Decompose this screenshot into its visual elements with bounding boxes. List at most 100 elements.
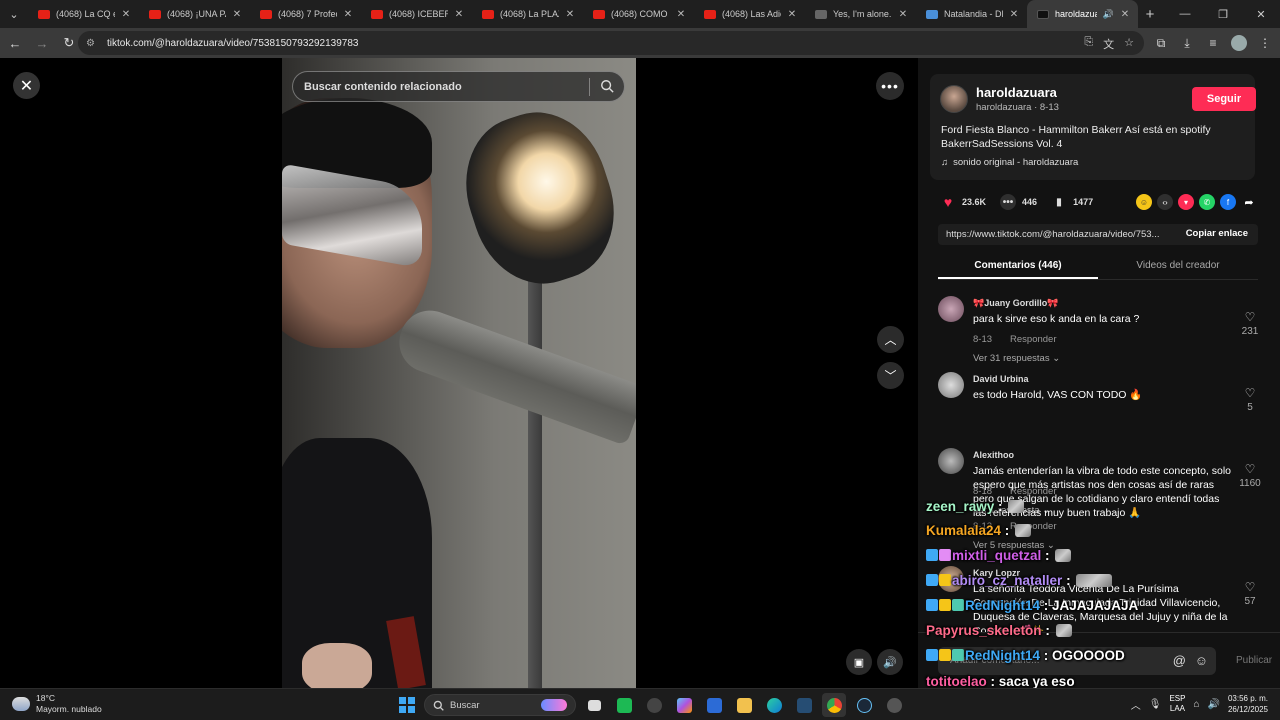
commenter-name[interactable]: Kary Lopzr	[973, 568, 1020, 578]
repost-icon[interactable]: ▾	[1178, 194, 1194, 210]
commenter-avatar[interactable]	[938, 566, 964, 592]
tab-close-icon[interactable]: ✕	[898, 9, 908, 20]
extensions-icon[interactable]: ⧉	[1152, 31, 1170, 55]
profile-avatar-icon[interactable]	[1230, 31, 1248, 55]
reply-button[interactable]: Responder	[1010, 521, 1056, 532]
tab-close-icon[interactable]: ✕	[232, 9, 242, 20]
volume-button[interactable]: 🔊	[877, 649, 903, 675]
view-replies-button[interactable]: Ver 31 respuestas ⌄	[973, 353, 1060, 364]
spreadsheet-app-icon[interactable]	[612, 693, 636, 717]
file-explorer-icon[interactable]	[732, 693, 756, 717]
tab-close-icon[interactable]: ✕	[787, 9, 797, 20]
emoji-icon[interactable]: ☺	[1195, 647, 1208, 675]
task-view-icon[interactable]	[582, 693, 606, 717]
commenter-name[interactable]: David Urbina	[973, 374, 1029, 384]
download-icon[interactable]: ⤓	[1178, 31, 1196, 55]
more-options-button[interactable]: •••	[876, 72, 904, 100]
close-window-icon[interactable]: ✕	[1242, 0, 1280, 28]
volume-tray-icon[interactable]: 🔊	[1208, 699, 1220, 710]
back-icon[interactable]: ←	[3, 31, 27, 55]
chrome-app-icon[interactable]	[822, 693, 846, 717]
reply-button[interactable]: Responder	[1010, 334, 1056, 345]
bookmark-star-icon[interactable]: ☆	[1124, 36, 1134, 52]
tab-audio-icon[interactable]: 🔊	[1103, 9, 1114, 20]
chatgpt-app-icon[interactable]	[642, 693, 666, 717]
store-app-icon[interactable]	[702, 693, 726, 717]
browser-tab[interactable]: (4068) Las Adiccio ✕	[694, 0, 805, 28]
whatsapp-icon[interactable]: ✆	[1199, 194, 1215, 210]
copy-link-button[interactable]: Copiar enlace	[1186, 228, 1248, 239]
related-search-input[interactable]: Buscar contenido relacionado	[292, 71, 625, 102]
edge-app-icon[interactable]	[762, 693, 786, 717]
translate-icon[interactable]: 文	[1103, 36, 1114, 52]
previous-video-button[interactable]: ︿	[877, 326, 904, 353]
tab-close-icon[interactable]: ✕	[343, 9, 353, 20]
view-replies-button[interactable]: Ver 5 respuestas ⌄	[973, 540, 1055, 551]
site-info-icon[interactable]: ⚙	[86, 38, 102, 49]
comment-like-button[interactable]: ♡ 1160	[1230, 462, 1270, 489]
browser-tab[interactable]: Natalandia - DEM ✕	[916, 0, 1027, 28]
browser-menu-icon[interactable]: ⋮	[1256, 31, 1274, 55]
browser-tab[interactable]: (4068) ¡UNA PAN ✕	[139, 0, 250, 28]
network-icon[interactable]: ⌂	[1193, 699, 1199, 710]
close-video-button[interactable]: ✕	[13, 72, 40, 99]
commenter-avatar[interactable]	[938, 448, 964, 474]
weather-widget[interactable]: 18°C Mayorm. nublado	[12, 693, 102, 715]
tray-chevron-icon[interactable]: ︿	[1131, 697, 1141, 712]
publish-button[interactable]: Publicar	[1236, 655, 1272, 666]
browser-tab[interactable]: (4068) La CQ era la ✕	[28, 0, 139, 28]
next-video-button[interactable]: ﹀	[877, 362, 904, 389]
tab-creator-videos[interactable]: Videos del creador	[1098, 254, 1258, 279]
taskbar-search[interactable]: Buscar	[424, 694, 576, 716]
tab-close-icon[interactable]: ✕	[565, 9, 575, 20]
follow-button[interactable]: Seguir	[1192, 87, 1256, 111]
tab-close-icon[interactable]: ✕	[454, 9, 464, 20]
friends-share-icon[interactable]: ☺	[1136, 194, 1152, 210]
language-indicator[interactable]: ESP LAA	[1169, 694, 1185, 714]
restore-icon[interactable]: ❐	[1204, 0, 1242, 28]
comment-button[interactable]: ••• 446	[1000, 194, 1037, 210]
microphone-icon[interactable]: 🎙	[1149, 699, 1162, 710]
creator-avatar[interactable]	[940, 85, 968, 113]
share-arrow-icon[interactable]: ➦	[1241, 194, 1257, 210]
video-player[interactable]	[282, 58, 636, 688]
commenter-avatar[interactable]	[938, 372, 964, 398]
commenter-avatar[interactable]	[938, 296, 964, 322]
tab-close-icon[interactable]: ✕	[1120, 9, 1130, 20]
save-button[interactable]: ▮ 1477	[1051, 194, 1093, 210]
browser-tab[interactable]: Yes, I'm alone. by ✕	[805, 0, 916, 28]
facebook-icon[interactable]: f	[1220, 194, 1236, 210]
tab-close-icon[interactable]: ✕	[121, 9, 131, 20]
browser-tab[interactable]: (4068) ICEBERG D ✕	[361, 0, 472, 28]
browser-tab[interactable]: (4068) 7 Profecías ✕	[250, 0, 361, 28]
comment-like-button[interactable]: ♡ 5	[1230, 386, 1270, 413]
commenter-name[interactable]: Alexithoo	[973, 450, 1014, 460]
start-button[interactable]	[396, 694, 418, 716]
search-icon[interactable]	[600, 79, 614, 93]
like-button[interactable]: ♥ 23.6K	[940, 194, 986, 210]
embed-icon[interactable]: ‹›	[1157, 194, 1173, 210]
comment-like-button[interactable]: ♡ 57	[1230, 580, 1270, 607]
copilot-app-icon[interactable]	[672, 693, 696, 717]
discord-app-icon[interactable]	[882, 693, 906, 717]
share-link-url[interactable]: https://www.tiktok.com/@haroldazuara/vid…	[946, 229, 1174, 240]
tab-comments[interactable]: Comentarios (446)	[938, 254, 1098, 279]
clock[interactable]: 03:56 p. m. 26/12/2025	[1228, 693, 1268, 715]
steam-app-icon[interactable]	[852, 693, 876, 717]
tab-search-chevron-icon[interactable]: ⌄	[0, 0, 28, 28]
comment-input[interactable]: Añadir comentario... @ ☺	[938, 647, 1216, 675]
browser-tab[interactable]: haroldazuara 🔊 ✕	[1027, 0, 1138, 28]
forward-icon[interactable]: →	[30, 31, 54, 55]
new-tab-button[interactable]: +	[1138, 6, 1162, 23]
creator-username[interactable]: haroldazuara	[976, 85, 1057, 100]
browser-tab[interactable]: (4068) COMO VE ✕	[583, 0, 694, 28]
media-control-icon[interactable]: ≡	[1204, 31, 1222, 55]
mention-icon[interactable]: @	[1173, 647, 1186, 675]
url-input[interactable]: ⚙ tiktok.com/@haroldazuara/video/7538150…	[78, 31, 1144, 55]
comment-like-button[interactable]: ♡ 231	[1230, 310, 1270, 337]
tab-close-icon[interactable]: ✕	[676, 9, 686, 20]
install-app-icon[interactable]: ⎘	[1084, 36, 1093, 52]
tab-close-icon[interactable]: ✕	[1009, 9, 1019, 20]
sound-link[interactable]: ♫ sonido original - haroldazuara	[941, 157, 1078, 168]
minimize-icon[interactable]: —	[1166, 0, 1204, 28]
